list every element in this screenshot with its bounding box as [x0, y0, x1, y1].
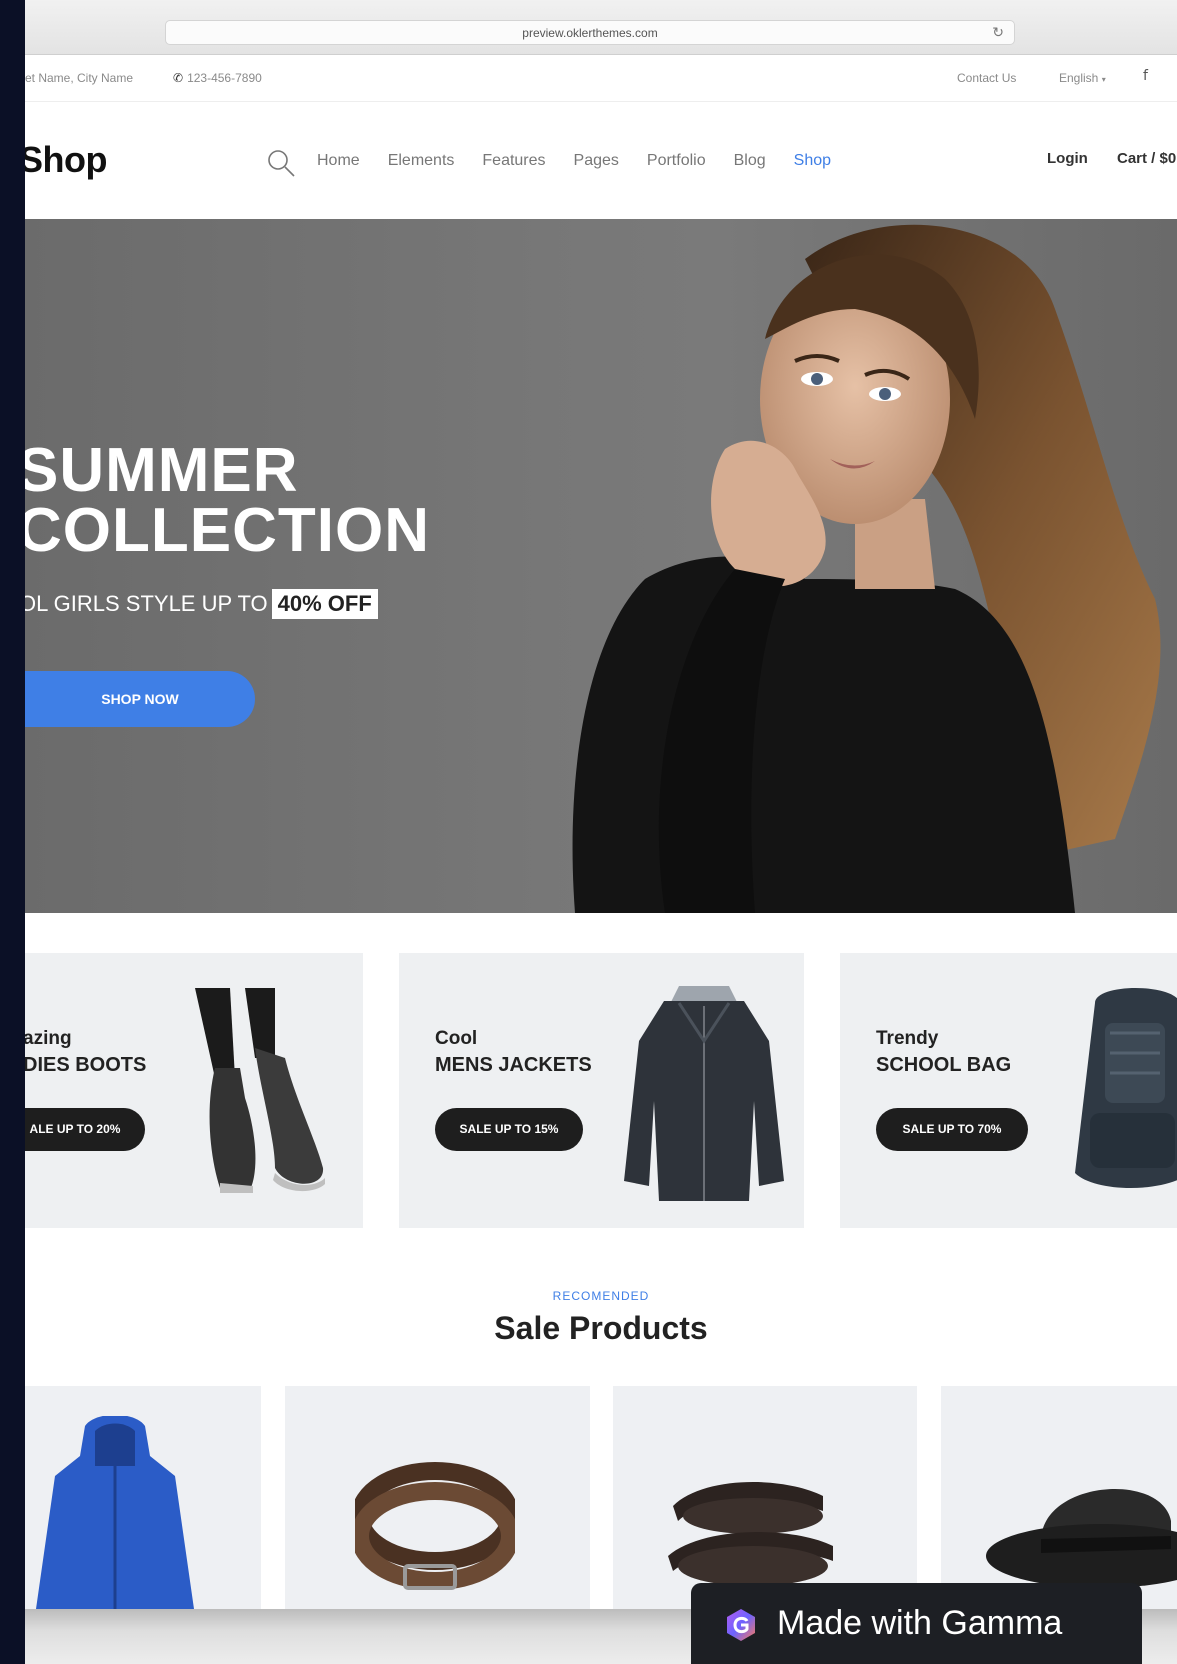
hero-banner: SUMMER COLLECTION OL GIRLS STYLE UP TO 40… [25, 219, 1177, 913]
chevron-down-icon: ▾ [1101, 75, 1106, 84]
sale-products-grid [25, 1386, 1177, 1611]
card-subtitle: Trendy [876, 1028, 939, 1049]
card-title: MENS JACKETS [435, 1054, 592, 1076]
card-sale-button[interactable]: SALE UP TO 70% [876, 1108, 1028, 1151]
hoodie-image [35, 1416, 195, 1611]
address-bar-url: preview.oklerthemes.com [522, 26, 658, 40]
belt-image [355, 1462, 515, 1590]
made-with-gamma-badge[interactable]: Made with Gamma [691, 1583, 1142, 1664]
browser-frame: preview.oklerthemes.com ↻ et Name, City … [25, 0, 1177, 1664]
card-title: SCHOOL BAG [876, 1054, 1012, 1076]
nav-blog[interactable]: Blog [734, 152, 766, 170]
hero-model-image [572, 224, 1161, 913]
category-card-jackets[interactable]: Cool MENS JACKETS SALE UP TO 15% [399, 953, 804, 1228]
discount-badge: 40% OFF [271, 589, 378, 619]
hero-subtitle: OL GIRLS STYLE UP TO 40% OFF [25, 589, 378, 619]
reload-icon[interactable]: ↻ [992, 24, 1004, 41]
product-card[interactable] [285, 1386, 590, 1611]
shop-now-button[interactable]: SHOP NOW [25, 671, 255, 727]
hero-heading-line1: SUMMER [25, 436, 299, 505]
nav-portfolio[interactable]: Portfolio [647, 152, 706, 170]
section-title: Sale Products [494, 1310, 708, 1346]
gamma-label: Made with Gamma [777, 1604, 1063, 1642]
language-selector[interactable]: English ▾ [1059, 71, 1106, 85]
product-card[interactable] [613, 1386, 917, 1611]
store-phone[interactable]: ✆ 123-456-7890 [173, 71, 262, 85]
left-dark-strip [0, 0, 25, 1664]
store-address: et Name, City Name [25, 71, 134, 85]
category-card-boots[interactable]: azing DIES BOOTS ALE UP TO 20% [25, 953, 363, 1228]
nav-shop[interactable]: Shop [794, 152, 831, 170]
nav-elements[interactable]: Elements [388, 152, 455, 170]
card-sale-button[interactable]: SALE UP TO 15% [435, 1108, 583, 1151]
main-nav: Home Elements Features Pages Portfolio B… [317, 152, 859, 170]
section-eyebrow: RECOMENDED [552, 1289, 650, 1303]
card-subtitle: azing [25, 1028, 72, 1049]
language-label: English [1059, 71, 1099, 85]
search-icon[interactable] [266, 148, 296, 178]
login-link[interactable]: Login [1047, 150, 1088, 167]
card-sale-button[interactable]: ALE UP TO 20% [25, 1108, 145, 1151]
hero-subtitle-text: OL GIRLS STYLE UP TO [25, 591, 268, 616]
facebook-icon[interactable]: f [1143, 68, 1148, 84]
category-cards: azing DIES BOOTS ALE UP TO 20% Cool MENS… [25, 953, 1177, 1228]
site-header: Shop Home Elements Features Pages Portfo… [25, 102, 1177, 219]
product-card[interactable] [25, 1386, 261, 1611]
nav-pages[interactable]: Pages [574, 152, 619, 170]
nav-home[interactable]: Home [317, 152, 360, 170]
hat-image [986, 1488, 1177, 1588]
top-info-bar: et Name, City Name ✆ 123-456-7890 Contact… [25, 55, 1177, 102]
category-card-bags[interactable]: Trendy SCHOOL BAG SALE UP TO 70% [840, 953, 1177, 1228]
product-card[interactable] [941, 1386, 1177, 1611]
card-title: DIES BOOTS [25, 1054, 147, 1076]
hero-heading-line2: COLLECTION [25, 496, 430, 565]
nav-features[interactable]: Features [482, 152, 545, 170]
address-bar[interactable]: preview.oklerthemes.com ↻ [165, 20, 1015, 45]
contact-us-link[interactable]: Contact Us [957, 71, 1016, 85]
phone-number: 123-456-7890 [187, 71, 262, 85]
jacket-image [624, 986, 784, 1201]
backpack-image [1075, 988, 1177, 1188]
boots-image [195, 988, 325, 1193]
gamma-logo-icon [727, 1609, 755, 1641]
card-subtitle: Cool [435, 1028, 478, 1049]
cart-link[interactable]: Cart / $0 [1117, 150, 1176, 167]
browser-chrome: preview.oklerthemes.com ↻ [25, 0, 1177, 55]
phone-icon: ✆ [173, 71, 184, 85]
hero-heading: SUMMER COLLECTION [25, 436, 430, 565]
site-logo[interactable]: Shop [25, 139, 107, 181]
slides-image [668, 1482, 833, 1586]
